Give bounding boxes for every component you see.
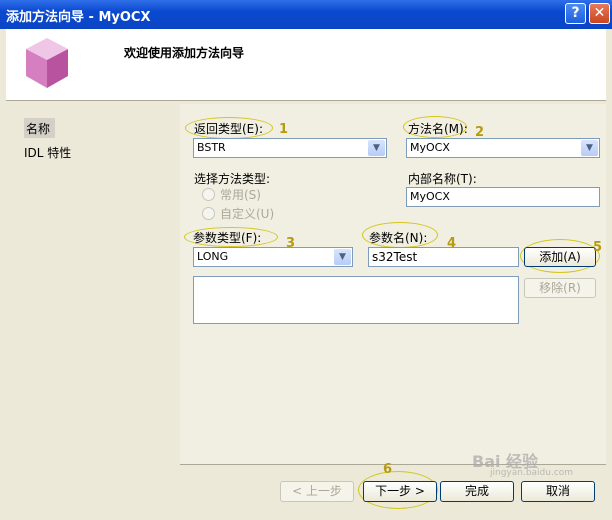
watermark-subtext: jingyan.baidu.com <box>490 468 574 478</box>
param-type-label: 参数类型(F): <box>193 231 262 245</box>
footer-divider <box>180 464 606 465</box>
prev-button[interactable]: < 上一步 <box>280 481 354 502</box>
method-name-select[interactable]: MyOCX ▼ <box>406 138 600 158</box>
radio-common[interactable] <box>202 188 215 201</box>
internal-name-input[interactable]: MyOCX <box>406 187 600 207</box>
return-type-select[interactable]: BSTR ▼ <box>193 138 387 158</box>
annotation-6: 6 <box>383 462 393 477</box>
chevron-down-icon[interactable]: ▼ <box>334 249 351 265</box>
nav-item-name[interactable]: 名称 <box>24 118 55 138</box>
method-name-label: 方法名(M): <box>408 122 468 136</box>
window-title: 添加方法向导 - MyOCX <box>6 10 151 25</box>
close-button[interactable]: ✕ <box>589 3 610 24</box>
param-type-value: LONG <box>197 250 229 263</box>
method-type-label: 选择方法类型: <box>194 172 271 186</box>
nav-panel <box>6 104 178 514</box>
annotation-5: 5 <box>593 240 603 255</box>
nav-item-idl[interactable]: IDL 特性 <box>24 144 71 161</box>
radio-custom[interactable] <box>202 207 215 220</box>
return-type-label: 返回类型(E): <box>194 122 263 136</box>
chevron-down-icon[interactable]: ▼ <box>368 140 385 156</box>
parameter-list[interactable] <box>193 276 519 324</box>
chevron-down-icon[interactable]: ▼ <box>581 140 598 156</box>
param-name-value: s32Test <box>372 250 418 264</box>
param-name-input[interactable]: s32Test <box>368 247 519 267</box>
add-button[interactable]: 添加(A) <box>524 247 596 267</box>
remove-button[interactable]: 移除(R) <box>524 278 596 298</box>
wizard-header <box>6 29 606 101</box>
param-type-select[interactable]: LONG ▼ <box>193 247 353 267</box>
return-type-value: BSTR <box>197 141 226 154</box>
next-button[interactable]: 下一步 > <box>363 481 437 502</box>
help-button[interactable]: ? <box>565 3 586 24</box>
radio-common-label: 常用(S) <box>220 188 261 202</box>
cancel-button[interactable]: 取消 <box>521 481 595 502</box>
header-title: 欢迎使用添加方法向导 <box>124 46 245 60</box>
param-name-label: 参数名(N): <box>369 231 428 245</box>
cube-icon <box>26 38 68 88</box>
internal-name-label: 内部名称(T): <box>408 172 477 186</box>
method-name-value: MyOCX <box>410 141 450 154</box>
radio-custom-label: 自定义(U) <box>220 207 275 221</box>
finish-button[interactable]: 完成 <box>440 481 514 502</box>
internal-name-value: MyOCX <box>410 190 450 203</box>
annotation-1: 1 <box>279 122 289 137</box>
